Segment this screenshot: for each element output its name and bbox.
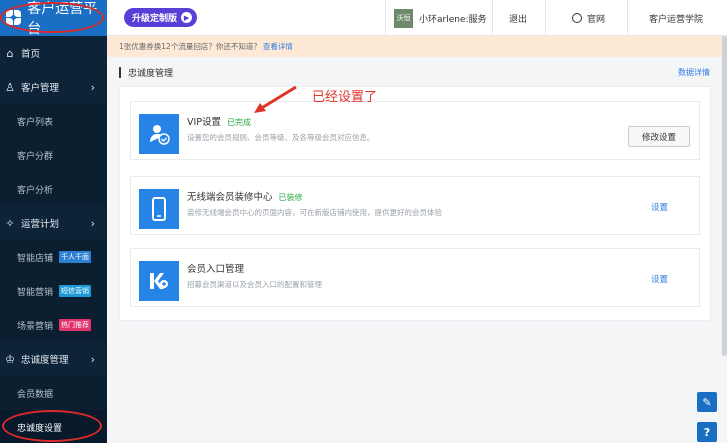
divider <box>545 0 546 36</box>
avatar: 沃恒 <box>394 8 413 28</box>
card-mobile-decoration: 无线端会员装修中心 已装修 装修无线端会员中心的页面内容，可在新版店铺内使用，提供… <box>130 176 700 235</box>
card-title-text: VIP设置 <box>187 117 222 128</box>
annotation-arrow-icon <box>254 85 297 113</box>
scrollbar[interactable] <box>722 36 727 356</box>
sidebar-subitem-label: 客户列表 <box>17 117 54 128</box>
sidebar-item[interactable]: ⌂ 首页 <box>0 36 107 70</box>
sidebar-subitem-label: 智能营销 <box>17 287 54 298</box>
notice-bar: 1张优惠券换12个流量回店？你还不知道？ 查看详情 <box>107 36 727 57</box>
sidebar-tag-badge: 热门推荐 <box>59 319 92 331</box>
content-panel: VIP设置 已完成 设置您的会员规则、会员等级、及各等级会员对应信息。 修改设置 … <box>119 86 711 321</box>
card-description: 招募会员渠道以及会员入口的配置和管理 <box>187 280 322 289</box>
academy-link[interactable]: 客户运营学院 <box>649 0 703 36</box>
globe-icon <box>572 13 582 23</box>
sidebar-subitem[interactable]: 智能营销 短信营销 <box>0 274 107 308</box>
card-description: 装修无线端会员中心的页面内容，可在新版店铺内使用，提供更好的会员体验 <box>187 208 442 217</box>
divider <box>492 0 493 36</box>
title-bar <box>119 67 121 78</box>
status-badge: 已装修 <box>278 193 303 202</box>
sidebar-subitem[interactable]: 智能店铺 千人千面 <box>0 240 107 274</box>
sidebar-menu: ⌂ 首页 ♙ 客户管理 › 客户列表 客户分群 客户分析 ✧ 运营计划 › 智能店铺 千人千面 智能营销短… <box>0 36 107 443</box>
user-menu[interactable]: 沃恒 小环arlene:服务 <box>394 0 487 36</box>
arrow-right-icon: ▶ <box>181 12 193 23</box>
sidebar-subitem[interactable]: 客户分析 <box>0 172 107 206</box>
card-title: VIP设置 已完成 <box>187 114 251 128</box>
card-title-text: 会员入口管理 <box>187 264 245 275</box>
sidebar-item-label: 忠诚度管理 <box>21 355 69 366</box>
sidebar-item[interactable]: ♔ 忠诚度管理 › <box>0 342 107 376</box>
sidebar-subitem[interactable]: 场景营销 热门推荐 <box>0 308 107 342</box>
status-badge: 已完成 <box>227 118 252 127</box>
notice-text: 1张优惠券换12个流量回店？你还不知道？ <box>119 42 261 51</box>
users-icon: ♙ <box>5 80 15 94</box>
member-entry-settings-link[interactable]: 设置 <box>651 273 668 285</box>
mobile-phone-icon <box>139 189 179 229</box>
sidebar-item-label: 运营计划 <box>21 219 60 230</box>
sidebar-item[interactable]: ✧ 运营计划 › <box>0 206 107 240</box>
divider <box>627 0 628 36</box>
card-vip-settings: VIP设置 已完成 设置您的会员规则、会员等级、及各等级会员对应信息。 修改设置 <box>130 101 700 160</box>
sidebar-subitem-label: 会员数据 <box>17 389 54 400</box>
modify-settings-button[interactable]: 修改设置 <box>628 126 690 147</box>
upgrade-label: 升级定制版 <box>132 14 178 24</box>
page-title: 忠诚度管理 <box>119 66 173 79</box>
card-title: 会员入口管理 <box>187 261 244 275</box>
divider <box>385 0 386 36</box>
notice-link[interactable]: 查看详情 <box>263 41 293 52</box>
sidebar-subitem[interactable]: 客户分群 <box>0 138 107 172</box>
sidebar-item-label: 客户管理 <box>21 83 60 94</box>
data-details-link[interactable]: 数据详情 <box>678 67 710 78</box>
chevron-right-icon: › <box>90 352 95 366</box>
upgrade-button[interactable]: 升级定制版 ▶ <box>124 8 198 27</box>
crown-icon: ♔ <box>5 352 15 366</box>
user-name: 小环arlene:服务 <box>419 14 487 25</box>
annotation-text: 已经设置了 <box>312 90 378 105</box>
sidebar-item-label: 首页 <box>21 49 41 60</box>
sidebar-subitem-label: 客户分群 <box>17 151 54 162</box>
sidebar-subitem[interactable]: 会员数据 <box>0 376 107 410</box>
sidebar: 客户运营平台 ⌂ 首页 ♙ 客户管理 › 客户列表 客户分群 客户分析 ✧ 运营计划 › 智能店铺 千人… <box>0 0 107 443</box>
highlight-ellipse <box>2 410 102 442</box>
member-entry-icon <box>139 261 179 301</box>
sidebar-subitem-label: 客户分析 <box>17 185 54 196</box>
vip-user-icon <box>139 114 179 154</box>
edit-icon[interactable]: ✎ <box>697 392 717 412</box>
card-title: 无线端会员装修中心 已装修 <box>187 189 303 203</box>
official-site-link[interactable]: 官网 <box>572 0 605 36</box>
sidebar-tag-badge: 千人千面 <box>59 251 92 263</box>
card-title-text: 无线端会员装修中心 <box>187 192 273 203</box>
top-bar: 升级定制版 ▶ 沃恒 小环arlene:服务 退出 官网 客户运营学院 <box>107 0 727 36</box>
chevron-right-icon: › <box>90 80 95 94</box>
page-title-text: 忠诚度管理 <box>128 69 174 79</box>
highlight-ellipse <box>0 2 104 33</box>
sidebar-subitem-label: 智能店铺 <box>17 253 54 264</box>
sidebar-item[interactable]: ♙ 客户管理 › <box>0 70 107 104</box>
sidebar-subitem[interactable]: 客户列表 <box>0 104 107 138</box>
home-icon: ⌂ <box>6 46 14 60</box>
bulb-icon: ✧ <box>5 216 15 230</box>
chevron-right-icon: › <box>90 216 95 230</box>
card-description: 设置您的会员规则、会员等级、及各等级会员对应信息。 <box>187 133 375 142</box>
sidebar-subitem-label: 场景营销 <box>17 321 54 332</box>
card-member-entry: 会员入口管理 招募会员渠道以及会员入口的配置和管理 设置 <box>130 248 700 307</box>
mobile-decoration-settings-link[interactable]: 设置 <box>651 201 668 213</box>
official-site-label: 官网 <box>587 14 606 25</box>
sidebar-tag-badge: 短信营销 <box>59 285 92 297</box>
help-icon[interactable]: ? <box>697 422 717 442</box>
logout-link[interactable]: 退出 <box>509 0 527 36</box>
